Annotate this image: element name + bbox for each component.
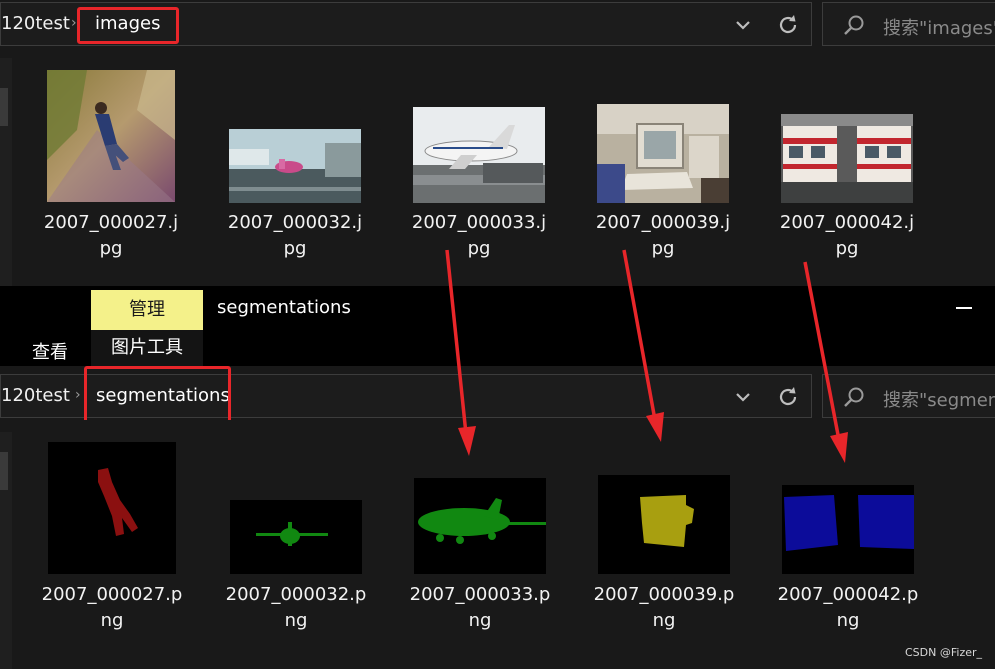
top-search-box[interactable]: 搜索"images" [822,2,995,46]
file-name-line1: 2007_000027.p [41,584,183,605]
thumbnail-aeroplane-mask [230,500,362,574]
file-name-line2: ng [652,610,676,631]
file-item[interactable]: 2007_000033.p ng [405,420,555,669]
chevron-down-icon[interactable] [733,15,753,35]
minimize-icon[interactable] [956,307,972,309]
tab-manage[interactable]: 管理 [91,290,203,330]
tab-view[interactable]: 查看 [32,338,68,364]
images-file-pane: 2007_000027.j pg 2007_000032.j pg 2007_0… [0,48,995,286]
scrollbar-track[interactable] [0,58,12,286]
file-name-line2: ng [836,610,860,631]
search-icon [844,387,864,407]
file-name-line1: 2007_000032.j [227,212,363,233]
breadcrumb-root[interactable]: 120test [1,13,70,34]
thumbnail-person-photo [47,70,175,202]
breadcrumb-root[interactable]: 120test [1,385,70,406]
file-name-line1: 2007_000032.p [225,584,367,605]
scrollbar-thumb[interactable] [0,88,8,126]
file-name-line2: pg [835,238,859,259]
file-item[interactable]: 2007_000027.p ng [37,420,187,669]
file-name-line1: 2007_000039.j [595,212,731,233]
scrollbar-track[interactable] [0,432,12,669]
file-item[interactable]: 2007_000032.p ng [221,420,371,669]
search-icon [844,15,864,35]
segmentations-file-pane: 2007_000027.p ng 2007_000032.p ng 2007_0… [0,420,995,669]
file-item[interactable]: 2007_000033.j pg [404,48,554,286]
bottom-address-bar-row: 120test › segmentations 搜索"segmen [0,366,995,434]
search-placeholder: 搜索"segmen [883,390,995,411]
thumbnail-monitor-mask [598,475,730,574]
file-name-line2: ng [284,610,308,631]
file-item[interactable]: 2007_000032.j pg [220,48,370,286]
watermark: CSDN @Fizer_ [905,646,983,659]
thumbnail-trains-mask [782,485,914,574]
thumbnail-airliner-photo [413,107,545,203]
highlight-box-images [77,7,179,44]
file-name-line2: ng [468,610,492,631]
file-name-line2: pg [283,238,307,259]
file-item[interactable]: 2007_000039.p ng [589,420,739,669]
search-placeholder: 搜索"images" [883,18,995,39]
file-item[interactable]: 2007_000042.j pg [772,48,922,286]
thumbnail-trains-photo [781,114,913,203]
file-name-line1: 2007_000039.p [593,584,735,605]
file-name-line1: 2007_000033.j [411,212,547,233]
file-name-line1: 2007_000042.p [777,584,919,605]
top-address-bar-row: 120test › images 搜索"images" [0,0,995,48]
file-name-line2: ng [100,610,124,631]
bottom-search-box[interactable]: 搜索"segmen [822,374,995,418]
file-name-line2: pg [467,238,491,259]
thumbnail-computer-photo [597,104,729,203]
breadcrumb-separator-icon[interactable]: › [71,15,77,31]
refresh-icon[interactable] [775,12,801,38]
thumbnail-airport-photo [229,129,361,203]
scrollbar-thumb[interactable] [0,452,8,490]
file-item[interactable]: 2007_000039.j pg [588,48,738,286]
thumbnail-person-mask [48,442,176,574]
file-name-line2: pg [651,238,675,259]
refresh-icon[interactable] [775,384,801,410]
chevron-down-icon[interactable] [733,387,753,407]
file-name-line1: 2007_000042.j [779,212,915,233]
thumbnail-airliner-mask [414,478,546,574]
tab-picture-tools[interactable]: 图片工具 [91,330,203,366]
file-name-line1: 2007_000027.j [43,212,179,233]
file-name-line1: 2007_000033.p [409,584,551,605]
breadcrumb-separator-icon[interactable]: › [75,387,81,403]
file-name-line2: pg [99,238,123,259]
window-title: segmentations [217,297,351,318]
file-item[interactable]: 2007_000042.p ng [773,420,923,669]
file-item[interactable]: 2007_000027.j pg [36,48,186,286]
